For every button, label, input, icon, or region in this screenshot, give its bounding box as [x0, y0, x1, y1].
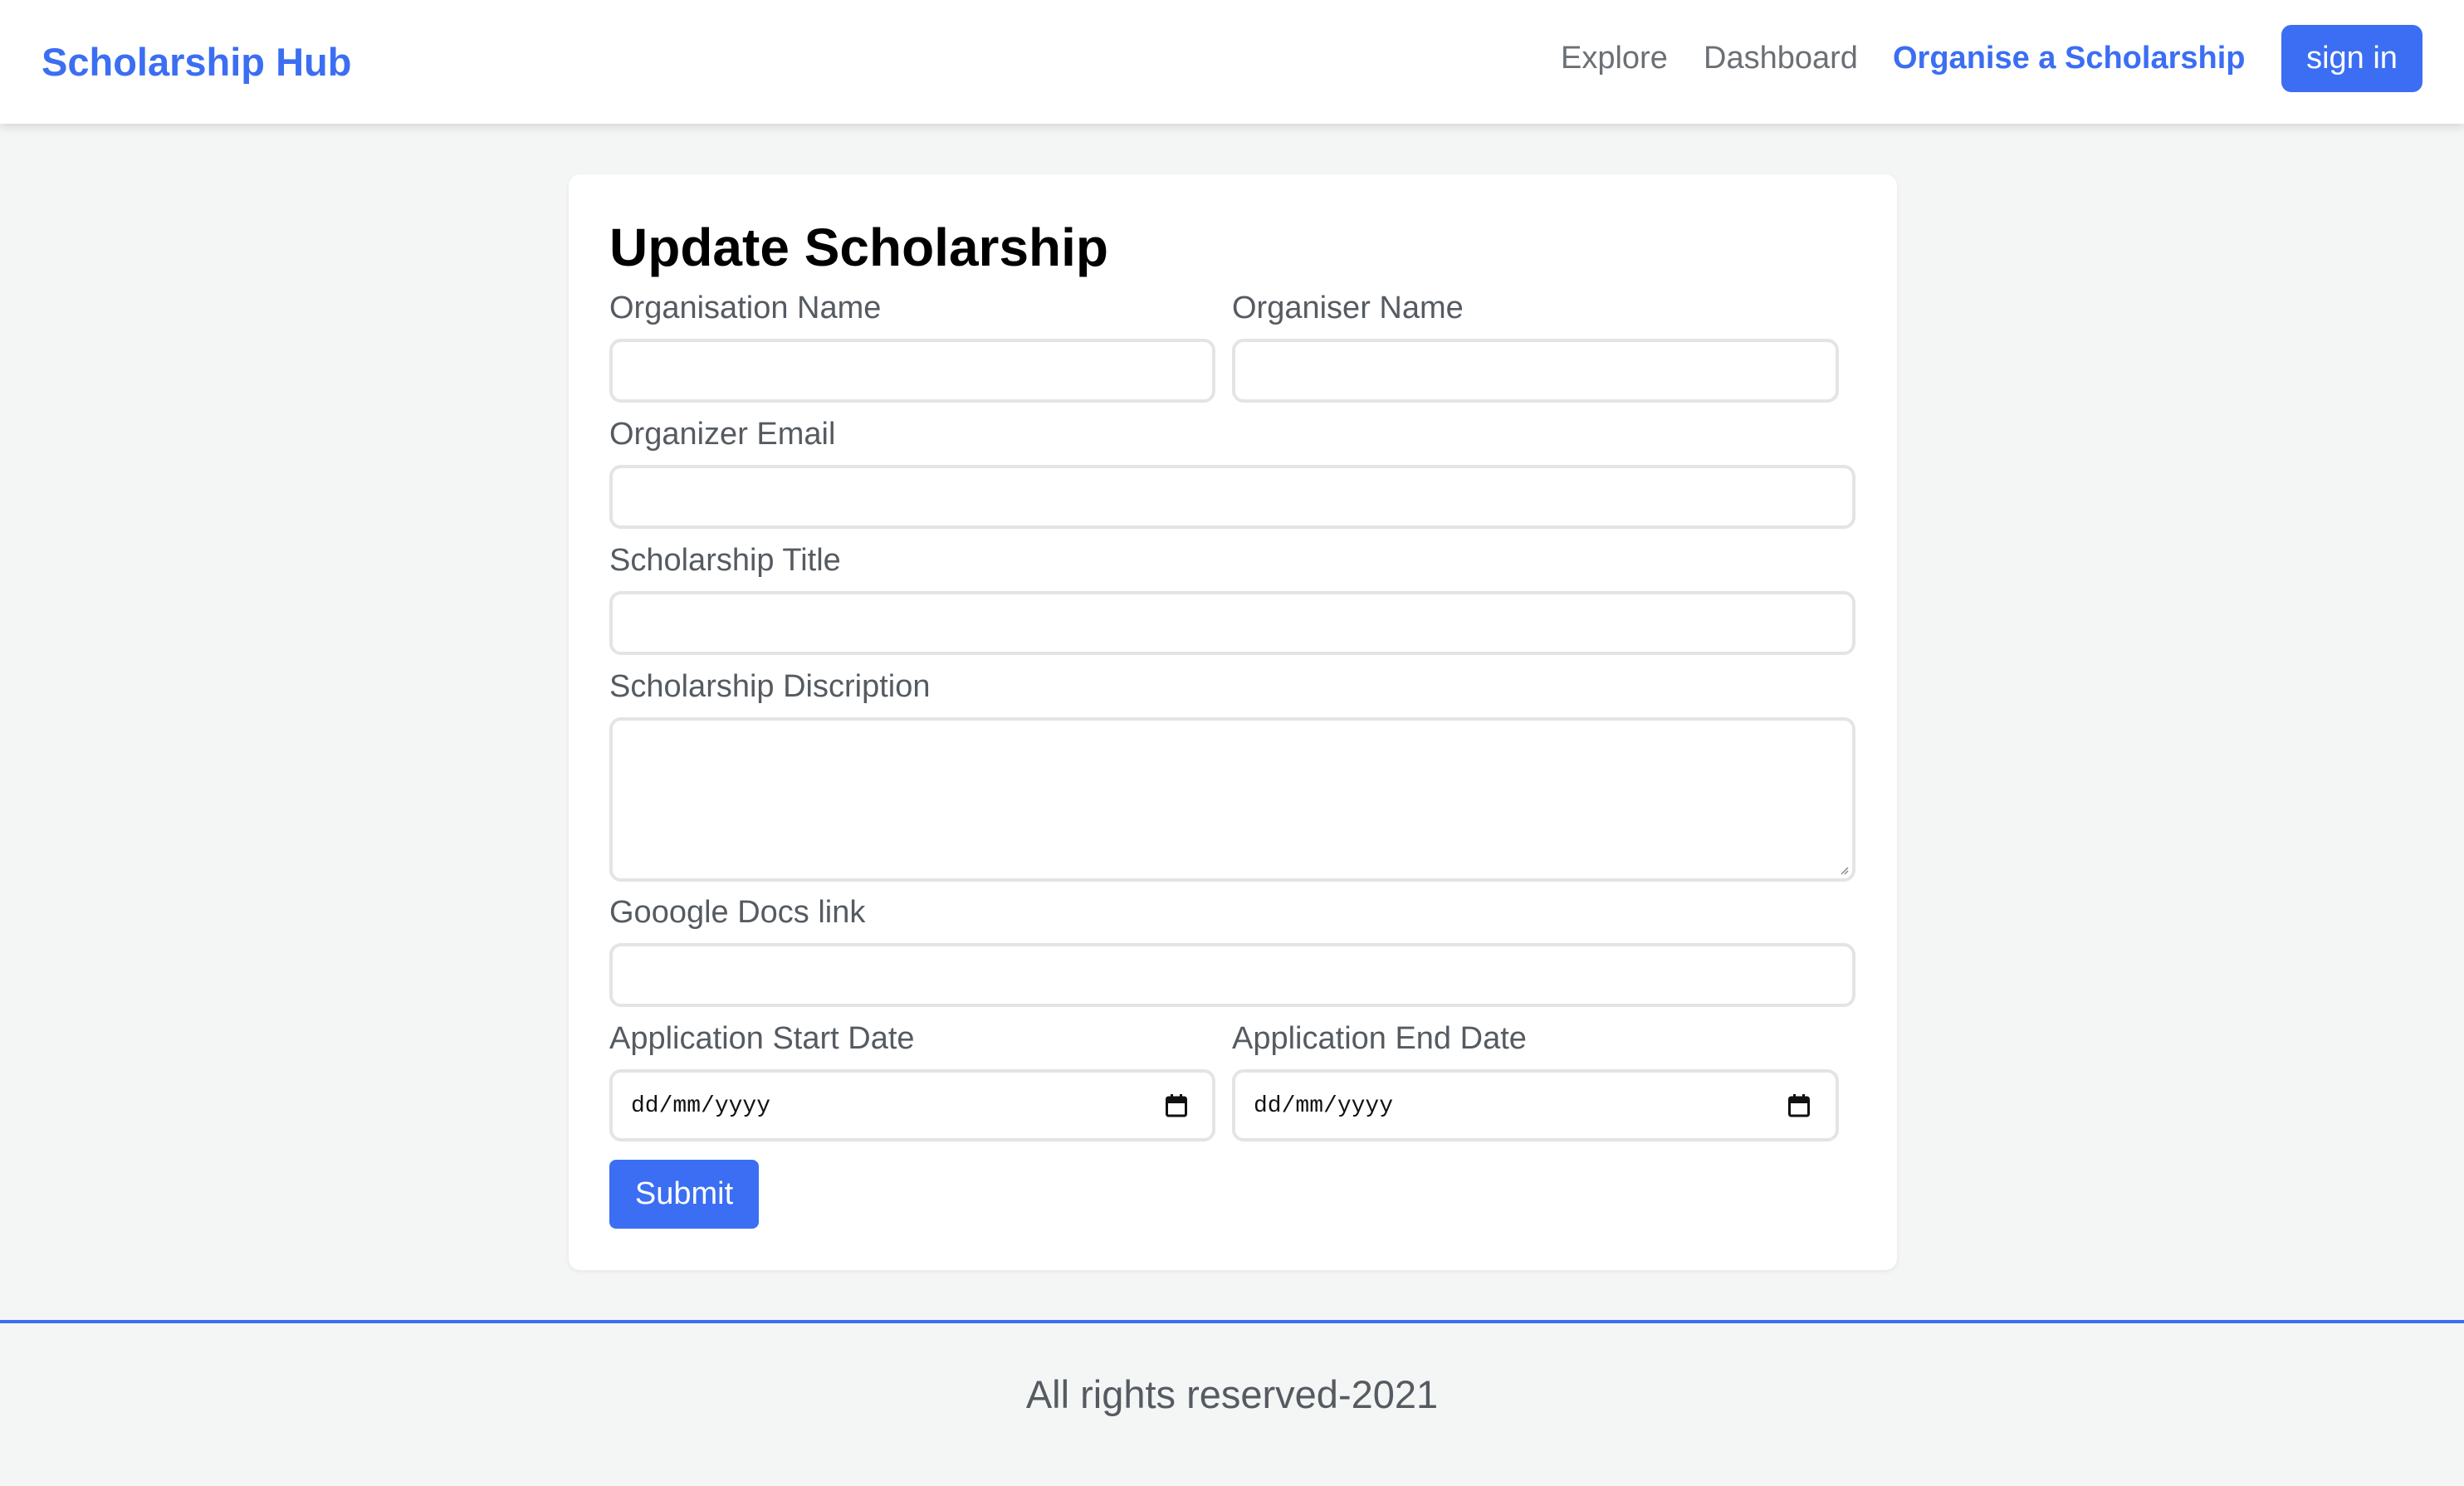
calendar-icon[interactable] [1788, 1094, 1810, 1117]
scholarship-title-input[interactable] [609, 591, 1855, 655]
nav-link-organise-scholarship[interactable]: Organise a Scholarship [1893, 37, 2245, 80]
end-date-input[interactable]: dd/mm/yyyy [1232, 1069, 1839, 1141]
organiser-name-input[interactable] [1232, 339, 1839, 403]
navbar: Scholarship Hub Explore Dashboard Organi… [0, 0, 2464, 124]
brand-logo[interactable]: Scholarship Hub [42, 37, 351, 87]
page-title: Update Scholarship [609, 218, 1108, 277]
nav-link-dashboard[interactable]: Dashboard [1704, 37, 1858, 80]
calendar-icon[interactable] [1166, 1094, 1187, 1117]
organiser-name-label: Organiser Name [1232, 291, 1464, 325]
organisation-name-label: Organisation Name [609, 291, 882, 325]
scholarship-title-label: Scholarship Title [609, 543, 841, 578]
sign-in-button[interactable]: sign in [2281, 25, 2422, 92]
organizer-email-input[interactable] [609, 465, 1855, 529]
end-date-label: Application End Date [1232, 1021, 1527, 1056]
nav-link-explore[interactable]: Explore [1561, 37, 1668, 80]
google-docs-link-label: Gooogle Docs link [609, 895, 866, 930]
start-date-placeholder: dd/mm/yyyy [631, 1093, 771, 1119]
scholarship-description-textarea[interactable] [609, 717, 1855, 882]
resize-grip-icon[interactable] [1839, 865, 1849, 875]
organizer-email-label: Organizer Email [609, 417, 836, 452]
scholarship-description-label: Scholarship Discription [609, 669, 931, 704]
end-date-placeholder: dd/mm/yyyy [1254, 1093, 1394, 1119]
google-docs-link-input[interactable] [609, 943, 1855, 1007]
submit-button[interactable]: Submit [609, 1160, 759, 1229]
start-date-input[interactable]: dd/mm/yyyy [609, 1069, 1215, 1141]
footer-copyright: All rights reserved-2021 [1025, 1372, 1439, 1416]
update-scholarship-form: Update Scholarship Organisation Name Org… [569, 174, 1897, 1270]
start-date-label: Application Start Date [609, 1021, 915, 1056]
footer-divider [0, 1320, 2464, 1323]
organisation-name-input[interactable] [609, 339, 1215, 403]
